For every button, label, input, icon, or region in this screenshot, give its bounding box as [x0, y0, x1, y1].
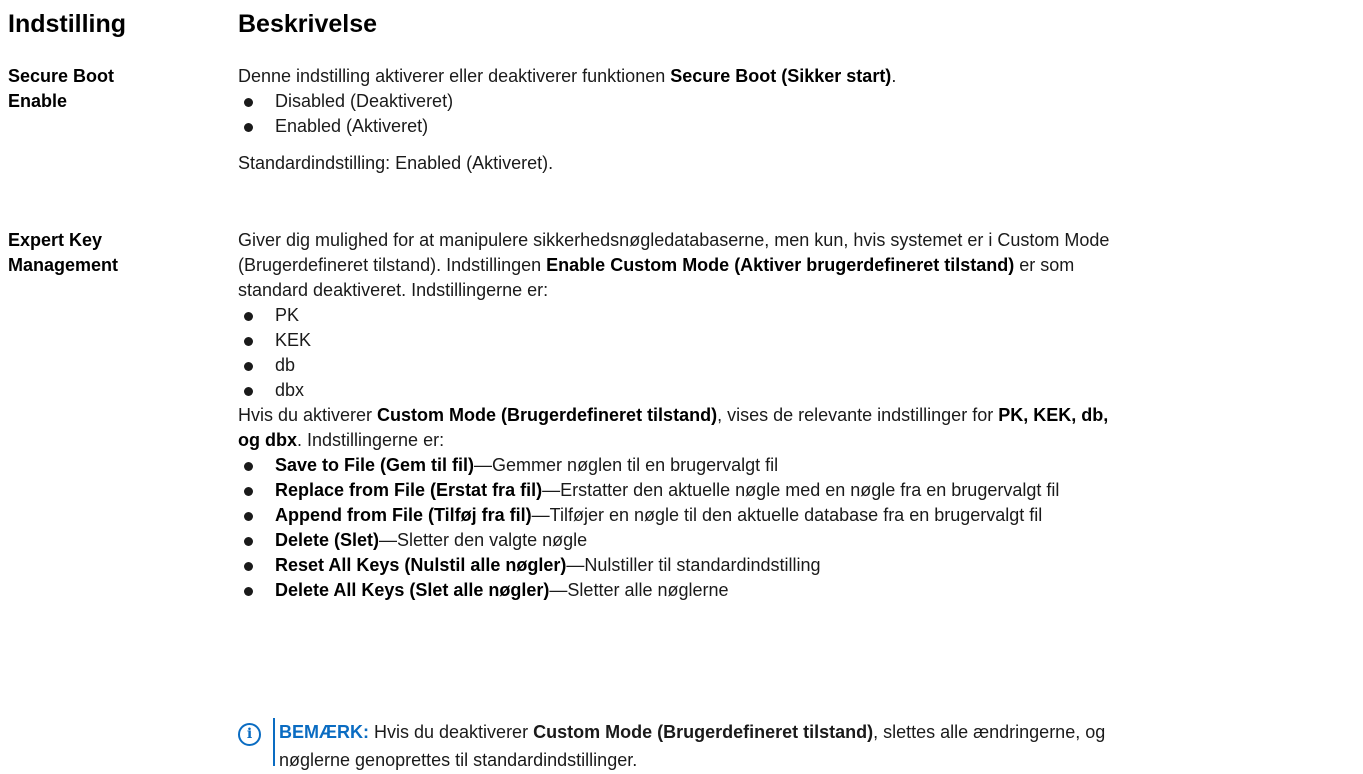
description-secure-boot: Denne indstilling aktiverer eller deakti…: [238, 64, 1348, 176]
key-db: db: [238, 353, 1348, 378]
action-replace-from-file: Replace from File (Erstat fra fil)—Ersta…: [238, 478, 1348, 503]
note-label: BEMÆRK:: [279, 722, 369, 742]
action-append-from-file: Append from File (Tilføj fra fil)—Tilføj…: [238, 503, 1348, 528]
option-disabled: Disabled (Deaktiveret): [238, 89, 1348, 114]
custom-mode-line2: og dbx. Indstillingerne er:: [238, 430, 445, 450]
key-pk: PK: [238, 303, 1348, 328]
default-setting: Standardindstilling: Enabled (Aktiveret)…: [238, 153, 554, 173]
setting-expert-key-management: Expert Key Management: [8, 228, 208, 278]
setting-secure-boot-enable: Secure Boot Enable: [8, 64, 208, 114]
setting-name-line: Enable: [8, 91, 68, 111]
action-delete-all-keys: Delete All Keys (Slet alle nøgler)—Slett…: [238, 578, 1348, 603]
description-intro-line3: standard deaktiveret. Indstillingerne er…: [238, 280, 549, 300]
key-kek: KEK: [238, 328, 1348, 353]
custom-mode-line1: Hvis du aktiverer Custom Mode (Brugerdef…: [238, 405, 1109, 425]
option-enabled: Enabled (Aktiveret): [238, 114, 1348, 139]
note-line1: BEMÆRK: Hvis du deaktiverer Custom Mode …: [279, 722, 1106, 742]
setting-name-line: Management: [8, 255, 119, 275]
note-divider: [273, 718, 275, 766]
action-delete: Delete (Slet)—Sletter den valgte nøgle: [238, 528, 1348, 553]
action-reset-all-keys: Reset All Keys (Nulstil alle nøgler)—Nul…: [238, 553, 1348, 578]
key-dbx: dbx: [238, 378, 1348, 403]
actions-list: Save to File (Gem til fil)—Gemmer nøglen…: [238, 453, 1348, 603]
description-intro: Denne indstilling aktiverer eller deakti…: [238, 66, 897, 86]
description-intro-line1: Giver dig mulighed for at manipulere sik…: [238, 230, 1110, 250]
description-intro-line2: (Brugerdefineret tilstand). Indstillinge…: [238, 255, 1075, 275]
header-description: Beskrivelse: [238, 10, 378, 38]
note-line2: nøglerne genoprettes til standardindstil…: [279, 750, 638, 770]
header-setting: Indstilling: [8, 10, 127, 38]
description-expert-key-management: Giver dig mulighed for at manipulere sik…: [238, 228, 1348, 603]
options-list: Disabled (Deaktiveret) Enabled (Aktivere…: [238, 89, 1348, 139]
setting-name-line: Secure Boot: [8, 66, 115, 86]
setting-name-line: Expert Key: [8, 230, 103, 250]
action-save-to-file: Save to File (Gem til fil)—Gemmer nøglen…: [238, 453, 1348, 478]
key-database-list: PK KEK db dbx: [238, 303, 1348, 403]
info-icon: i: [238, 723, 261, 746]
